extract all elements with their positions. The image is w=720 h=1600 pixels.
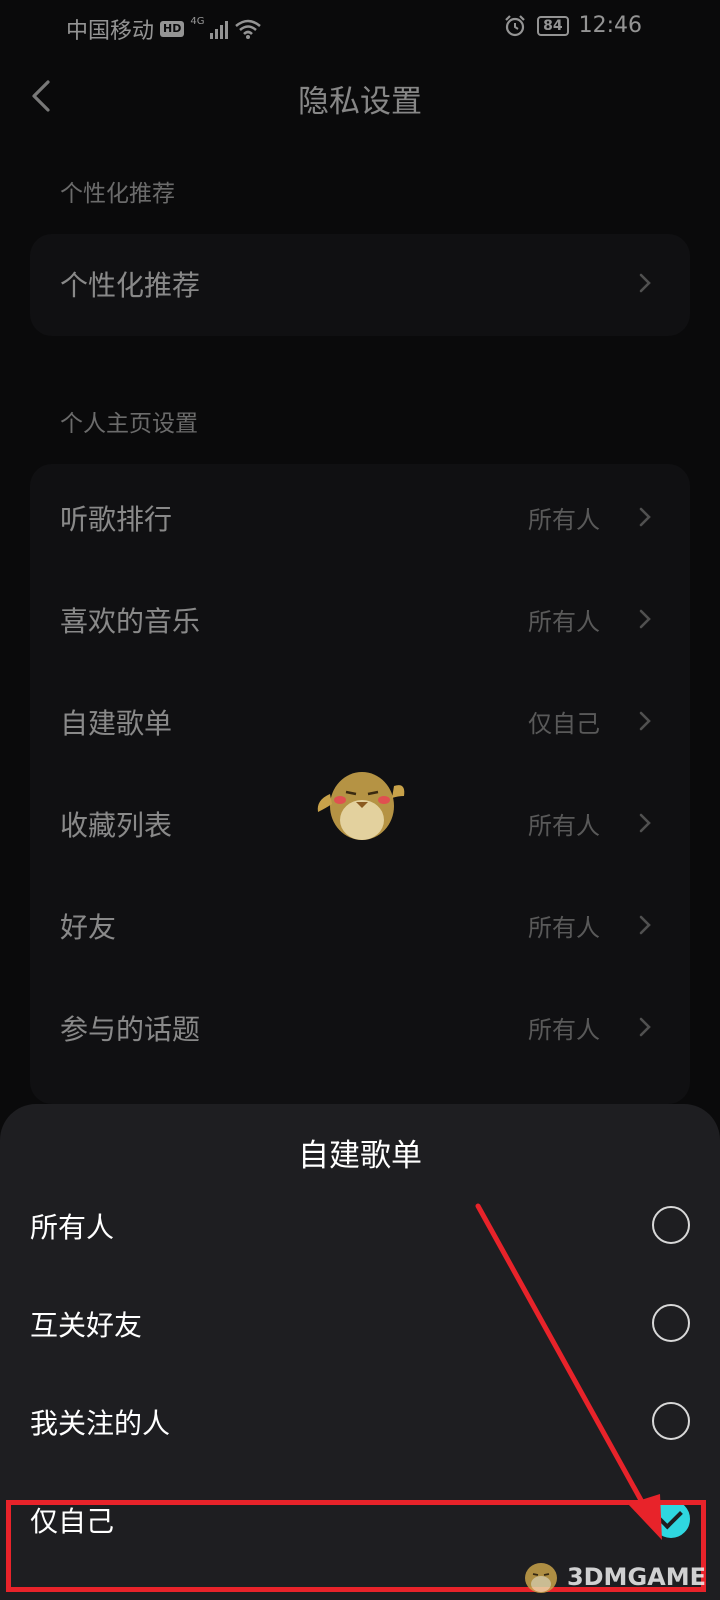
- watermark-logo-icon: [524, 1563, 557, 1593]
- watermark-text: 3DMGAME: [566, 1563, 706, 1591]
- option-label: 我关注的人: [30, 1407, 171, 1440]
- sheet-title: 自建歌单: [298, 1138, 422, 1174]
- option-everyone[interactable]: 所有人: [0, 1176, 720, 1276]
- radio-unselected-icon[interactable]: [652, 1304, 690, 1342]
- option-people-i-follow[interactable]: 我关注的人: [0, 1372, 720, 1472]
- option-label: 所有人: [30, 1211, 115, 1244]
- watermark: 3DMGAME: [521, 1560, 706, 1594]
- radio-unselected-icon[interactable]: [652, 1206, 690, 1244]
- mascot-watermark-image: [317, 772, 405, 840]
- radio-unselected-icon[interactable]: [652, 1402, 690, 1440]
- option-label: 互关好友: [30, 1309, 143, 1342]
- option-mutual-friends[interactable]: 互关好友: [0, 1274, 720, 1374]
